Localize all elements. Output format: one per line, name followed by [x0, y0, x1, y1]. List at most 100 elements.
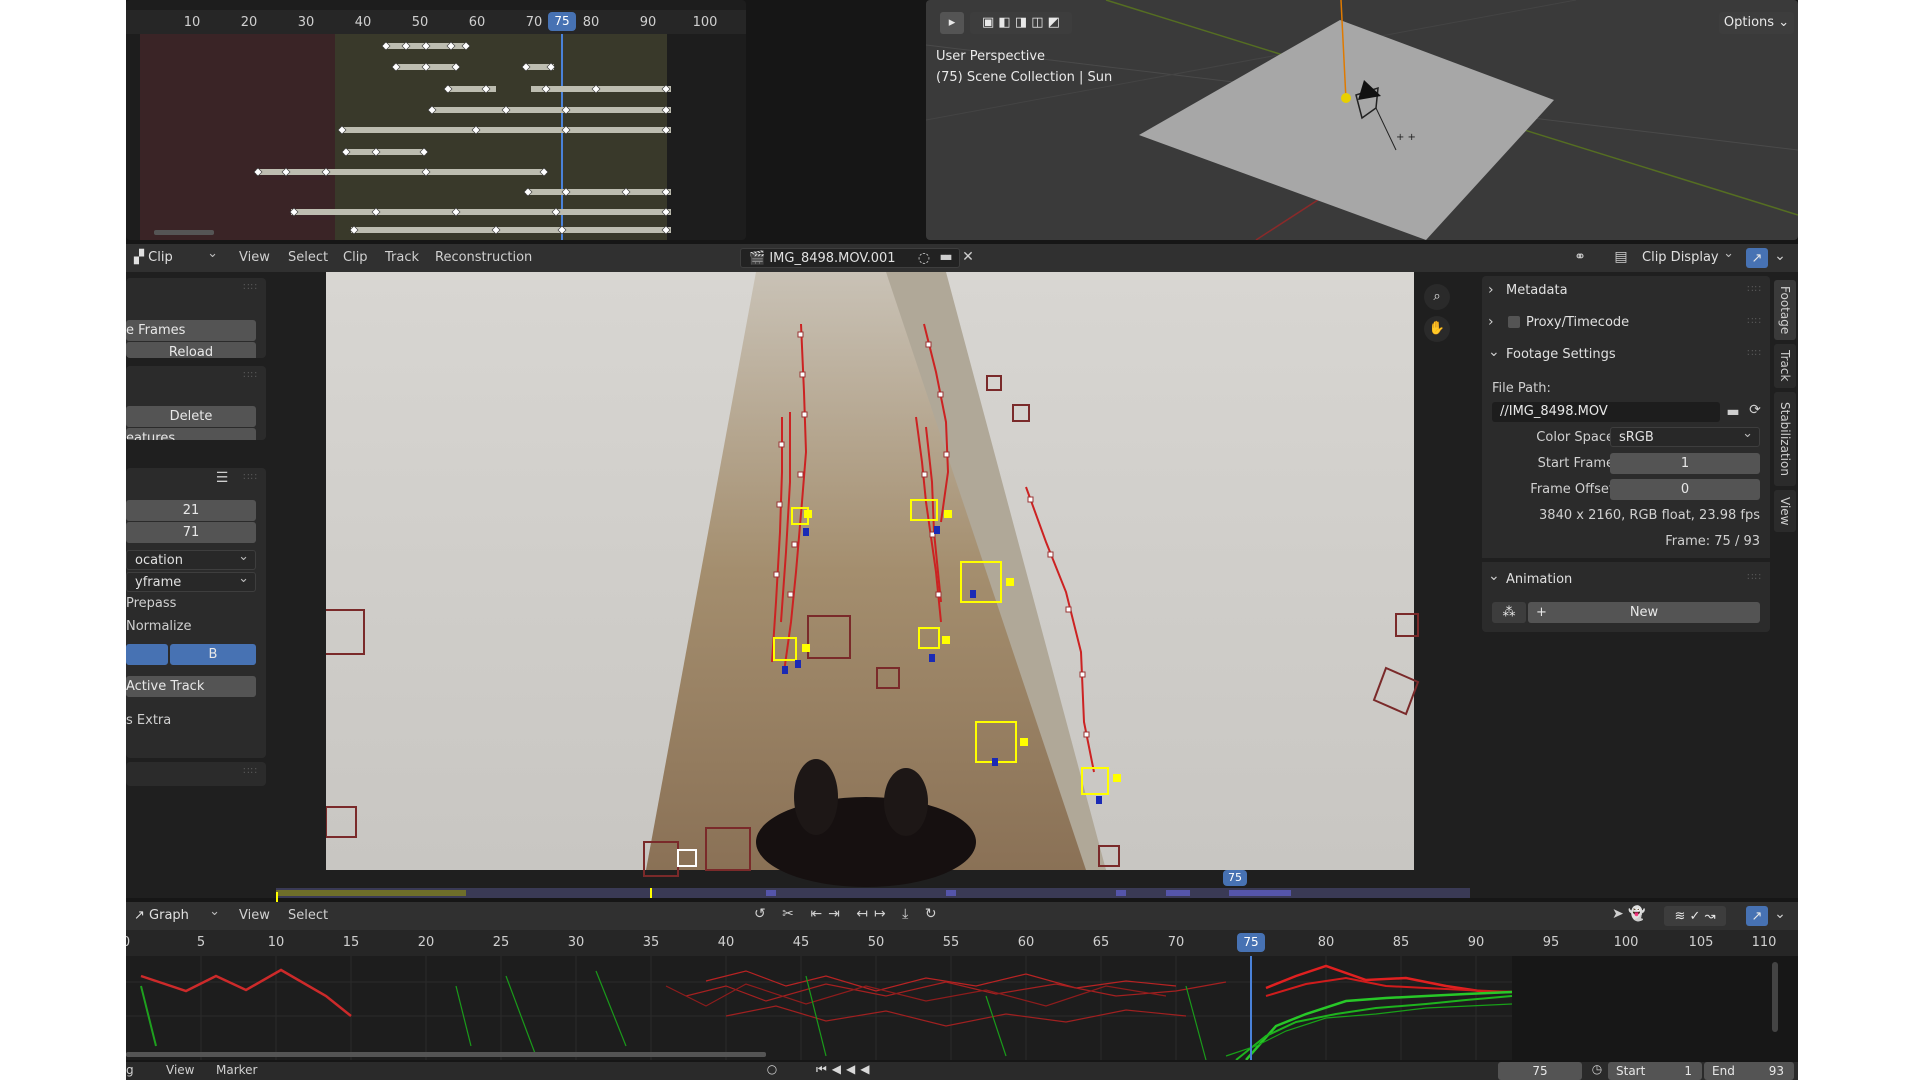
- graph-menu-select[interactable]: Select: [288, 908, 328, 923]
- graph-curves[interactable]: [126, 956, 1798, 1060]
- record-icon[interactable]: ○: [764, 1062, 780, 1076]
- select-mode-buttons[interactable]: ▣ ◧ ◨ ◫ ◩: [970, 12, 1072, 34]
- tab-view[interactable]: View: [1774, 490, 1796, 532]
- color-space-dropdown[interactable]: sRGB: [1610, 424, 1760, 447]
- gizmo-icon: ↗: [1751, 251, 1763, 266]
- motion-model-dropdown[interactable]: ocation: [126, 547, 256, 570]
- graph-gizmo-button[interactable]: ↗: [1746, 906, 1768, 926]
- graph-mode-dropdown[interactable]: ↗ Graph: [126, 902, 226, 926]
- start-frame-footer-field[interactable]: Start 1: [1608, 1062, 1702, 1080]
- drag-handle-icon[interactable]: ∷∷: [1747, 572, 1762, 583]
- list-icon[interactable]: ☰: [214, 470, 230, 486]
- footage-canvas[interactable]: [326, 272, 1526, 898]
- options-dropdown[interactable]: Options ⌄: [1719, 12, 1794, 34]
- tab-footage[interactable]: Footage: [1774, 280, 1796, 340]
- menu-view[interactable]: View: [239, 250, 270, 265]
- menu-track[interactable]: Track: [385, 250, 419, 265]
- delete-button[interactable]: Delete: [126, 406, 256, 427]
- link-icon[interactable]: ⚭: [1568, 249, 1592, 265]
- 3d-viewport[interactable]: + + ▸ ▣ ◧ ◨ ◫ ◩ Options ⌄ User Perspecti…: [926, 0, 1798, 240]
- playback-controls[interactable]: ⏮◀◀◀ ▶▶▶⏭: [816, 1062, 936, 1080]
- drag-handle-icon[interactable]: ∷∷: [243, 766, 258, 777]
- chevron-down-icon[interactable]: ⌄: [1772, 906, 1788, 922]
- zoom-icon[interactable]: ⌕: [1424, 284, 1450, 310]
- metadata-section[interactable]: Metadata: [1506, 283, 1568, 298]
- prepass-checkbox[interactable]: Prepass: [126, 596, 176, 611]
- movie-clip-icon: 🎬: [749, 251, 770, 266]
- footer-mode-dropdown[interactable]: g: [126, 1063, 134, 1077]
- clip-editor-header: ▞ Clip View Select Clip Track Reconstruc…: [126, 244, 1798, 272]
- tracking-settings-extra-label[interactable]: s Extra: [126, 713, 171, 728]
- refresh-icon[interactable]: ⟳: [1746, 402, 1764, 418]
- dopesheet-keyframes[interactable]: [126, 34, 746, 240]
- drag-handle-icon[interactable]: ∷∷: [243, 472, 258, 483]
- search-size-field[interactable]: 71: [126, 522, 256, 543]
- menu-reconstruction[interactable]: Reconstruction: [435, 250, 532, 265]
- editor-mode-dropdown[interactable]: ▞ Clip: [126, 244, 224, 268]
- chevron-right-icon[interactable]: ›: [1488, 282, 1494, 298]
- proxy-timecode-section[interactable]: Proxy/Timecode: [1526, 315, 1629, 330]
- tab-stabilization[interactable]: Stabilization: [1774, 392, 1796, 486]
- normalize-checkbox[interactable]: Normalize: [126, 619, 191, 634]
- drag-handle-icon[interactable]: ∷∷: [243, 370, 258, 381]
- reload-button[interactable]: Reload: [126, 342, 256, 358]
- cursor-icon: ▸: [948, 15, 956, 30]
- graph-tick: 50: [867, 935, 885, 950]
- tab-track[interactable]: Track: [1774, 344, 1796, 388]
- start-frame-field[interactable]: 1: [1610, 453, 1760, 474]
- clip-scrub-strip[interactable]: [276, 888, 1470, 902]
- dopesheet-frame-ruler[interactable]: 10 20 30 40 50 60 70 80 90 100 110 120 1…: [126, 10, 746, 34]
- chevron-down-icon[interactable]: ⌄: [1772, 248, 1788, 264]
- drag-handle-icon[interactable]: ∷∷: [1747, 348, 1762, 359]
- tracking-settings-panel: ☰ ∷∷ 21 71 ocation yframe Prepass Normal…: [126, 468, 266, 758]
- select-tool-button[interactable]: ▸: [940, 12, 964, 34]
- channel-g-toggle[interactable]: [126, 644, 168, 665]
- footer-menu-marker[interactable]: Marker: [216, 1063, 257, 1077]
- folder-icon[interactable]: ▬: [938, 249, 954, 265]
- clip-display-icon: ▤: [1614, 249, 1628, 265]
- dopesheet-tick: 20: [240, 15, 258, 30]
- clip-display-dropdown[interactable]: Clip Display: [1634, 244, 1740, 268]
- hand-pan-icon[interactable]: ✋: [1424, 316, 1450, 342]
- clock-icon[interactable]: ◷: [1588, 1062, 1606, 1076]
- clip-current-frame[interactable]: 75: [1223, 870, 1247, 886]
- graph-frame-ruler[interactable]: 0 5 10 15 20 25 30 35 40 45 50 55 60 65 …: [126, 930, 1798, 956]
- shield-icon[interactable]: ◌: [916, 250, 932, 266]
- detect-features-button[interactable]: eatures: [126, 428, 256, 440]
- chevron-right-icon[interactable]: ›: [1488, 314, 1494, 330]
- chevron-down-icon[interactable]: ⌄: [1488, 344, 1500, 360]
- match-dropdown[interactable]: yframe: [126, 569, 256, 592]
- channel-b-toggle[interactable]: B: [170, 644, 256, 665]
- dopesheet-editor[interactable]: 10 20 30 40 50 60 70 80 90 100 110 120 1…: [126, 0, 746, 240]
- copy-from-active-track-button[interactable]: Active Track: [126, 676, 256, 697]
- drag-handle-icon[interactable]: ∷∷: [1747, 316, 1762, 327]
- dopesheet-current-frame[interactable]: 75: [548, 12, 576, 31]
- file-path-input[interactable]: //IMG_8498.MOV: [1492, 402, 1720, 422]
- footage-settings-section[interactable]: Footage Settings: [1506, 347, 1616, 362]
- close-icon[interactable]: ✕: [960, 249, 976, 265]
- menu-select[interactable]: Select: [288, 250, 328, 265]
- drag-handle-icon[interactable]: ∷∷: [243, 282, 258, 293]
- new-action-button[interactable]: + New: [1528, 602, 1760, 623]
- graph-tick: 105: [1688, 935, 1714, 950]
- drag-handle-icon[interactable]: ∷∷: [1747, 284, 1762, 295]
- proxy-checkbox[interactable]: [1508, 316, 1520, 328]
- filter-icons[interactable]: ➤ 👻: [1612, 906, 1652, 926]
- menu-clip[interactable]: Clip: [343, 250, 368, 265]
- graph-menu-view[interactable]: View: [239, 908, 270, 923]
- end-frame-footer-field[interactable]: End 93: [1704, 1062, 1794, 1080]
- prefetch-frames-button[interactable]: e Frames: [126, 320, 256, 341]
- folder-icon[interactable]: ▬: [1724, 404, 1742, 420]
- frame-offset-field[interactable]: 0: [1610, 479, 1760, 500]
- viewport-scene[interactable]: + +: [926, 0, 1798, 240]
- action-browse-dropdown[interactable]: ⁂: [1492, 602, 1526, 623]
- chevron-down-icon[interactable]: ⌄: [1488, 568, 1500, 584]
- pattern-size-field[interactable]: 21: [126, 500, 256, 521]
- animation-section[interactable]: Animation: [1506, 572, 1572, 587]
- footer-menu-view[interactable]: View: [166, 1063, 194, 1077]
- current-frame-field[interactable]: 75: [1498, 1062, 1582, 1080]
- gizmo-toggle-button[interactable]: ↗: [1746, 248, 1768, 268]
- graph-display-toggles[interactable]: ≋ ✓ ↝: [1664, 906, 1726, 926]
- graph-tool-icons[interactable]: ↺ ✂ ⇤⇥ ↤↦ ⤓ ↻: [754, 906, 954, 926]
- graph-current-frame[interactable]: 75: [1237, 933, 1265, 952]
